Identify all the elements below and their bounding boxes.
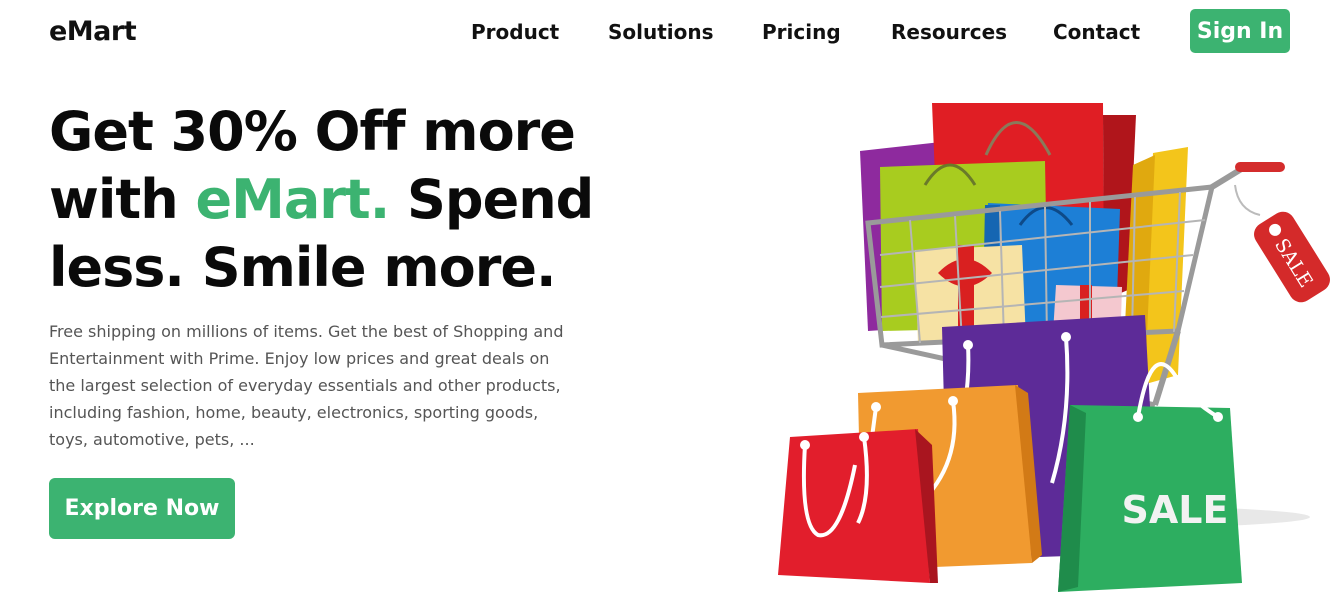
- logo[interactable]: eMart: [49, 16, 137, 47]
- hero-title-accent: eMart.: [195, 168, 390, 231]
- hero-title: Get 30% Off more with eMart. Spend less.…: [49, 98, 609, 302]
- shopping-cart-illustration: SALE SALE: [760, 95, 1335, 600]
- nav-link-contact[interactable]: Contact: [1053, 20, 1140, 44]
- landing-page: eMart Product Solutions Pricing Resource…: [0, 0, 1340, 608]
- hero-description: Free shipping on millions of items. Get …: [49, 322, 564, 449]
- nav-link-pricing[interactable]: Pricing: [762, 20, 841, 44]
- nav-link-solutions[interactable]: Solutions: [608, 20, 714, 44]
- sign-in-button[interactable]: Sign In: [1190, 9, 1290, 53]
- nav-link-product[interactable]: Product: [471, 20, 559, 44]
- sale-bag-label: SALE: [1122, 488, 1229, 532]
- navbar: eMart Product Solutions Pricing Resource…: [0, 0, 1340, 66]
- explore-now-button[interactable]: Explore Now: [49, 478, 235, 539]
- nav-link-resources[interactable]: Resources: [891, 20, 1007, 44]
